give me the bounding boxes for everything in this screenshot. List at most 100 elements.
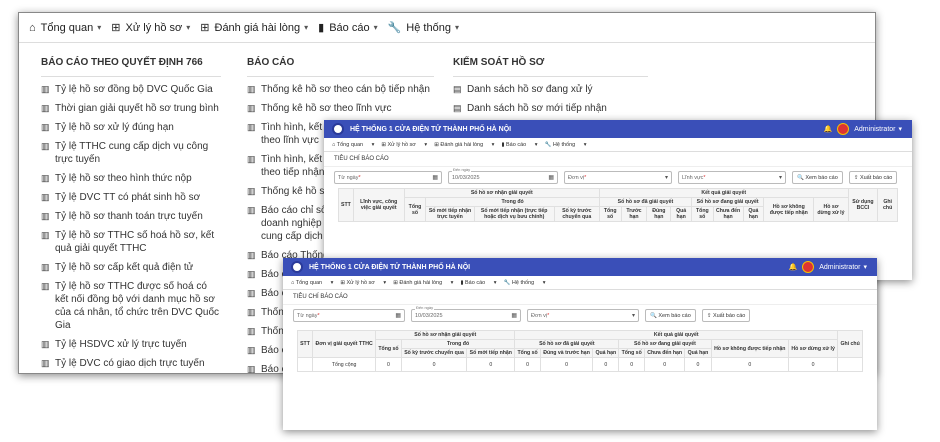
list-icon: ▤ [453,103,462,113]
from-date-field[interactable]: Từ ngày * ▦ [334,171,442,184]
user-name[interactable]: Administrator [819,264,860,271]
bar-chart-icon: ▥ [41,192,50,202]
col-done: Số hồ sơ đã giải quyết [598,197,693,207]
bar-chart-icon: ▥ [41,358,50,368]
export-report-button[interactable]: ⇪ Xuất báo cáo [848,171,898,184]
menu-item[interactable]: ▥ Tỷ lệ DVC TT có phát sinh hồ sơ [41,191,221,204]
menu-item[interactable]: ▥ Thống kê hồ sơ theo lĩnh vực [247,102,434,115]
menu-item[interactable]: ▤ Danh sách hồ sơ mới tiếp nhận [453,102,648,115]
nav-processing[interactable]: ⊞ Xử lý hồ sơ ▾ [111,21,191,35]
export-report-button[interactable]: ⇪ Xuất báo cáo [701,309,751,322]
chevron-down-icon: ▾ [898,126,902,133]
nav-reports[interactable]: ▮ Báo cáo ▾ [460,280,496,286]
col-bcci: Sử dụng BCCI [847,188,879,222]
to-date-field[interactable]: Đến ngày 10/03/2025 ▦ [448,167,558,184]
menu-item[interactable]: ▥ Tỷ lệ hồ sơ TTHC số hoá hồ sơ, kết quả … [41,229,221,255]
top-nav: ⌂ Tổng quan ▾ ⊞ Xử lý hồ sơ ▾ ⊞ Đánh giá… [283,276,877,290]
to-date-field[interactable]: Đến ngày 10/03/2025 ▦ [411,305,521,322]
bell-icon[interactable]: 🔔 [824,125,833,133]
menu-item[interactable]: ▥ Tỷ lệ hồ sơ đồng bộ DVC Quốc Gia [41,83,221,96]
chevron-down-icon: ▾ [454,23,459,32]
user-name[interactable]: Administrator [854,126,895,133]
nav-rating[interactable]: ⊞ Đánh giá hài lòng ▾ [393,280,453,286]
list-icon: ▤ [453,84,462,94]
nav-overview[interactable]: ⌂ Tổng quan ▾ [291,280,333,286]
col-new-online: Số mới tiếp nhận [466,348,516,358]
menu-item[interactable]: ▥ Thời gian giải quyết hồ sơ trung bình [41,102,221,115]
col-note: Ghi chú [837,330,863,358]
bell-icon[interactable]: 🔔 [789,263,798,271]
total-cell: 0 [514,357,541,372]
chevron-down-icon: ▾ [778,175,782,181]
logo-icon [332,123,344,135]
nav-system[interactable]: 🔧 Hệ thống ▾ [504,280,546,286]
nav-rating[interactable]: ⊞ Đánh giá hài lòng ▾ [200,21,308,35]
menu-column-title: BÁO CÁO THEO QUYẾT ĐỊNH 766 [41,45,221,77]
menu-item[interactable]: ▥ Tỷ lệ DVC có giao dịch trực tuyến [41,357,221,370]
col-stt: STT [296,330,314,358]
total-cell: 0 [400,357,468,372]
chevron-down-icon: ▾ [664,175,668,181]
menu-item[interactable]: ▥ Tỷ lệ hồ sơ theo hình thức nộp [41,172,221,185]
menu-item[interactable]: ▥ Thống kê hồ sơ theo cán bộ tiếp nhận [247,83,434,96]
nav-processing[interactable]: ⊞ Xử lý hồ sơ ▾ [340,280,386,286]
unit-select[interactable]: Đơn vị * ▾ [564,171,672,184]
bar-chart-icon: ▥ [41,211,50,221]
field-select[interactable]: Lĩnh vực * ▾ [678,171,786,184]
calendar-icon[interactable]: ▦ [432,174,438,181]
nav-processing[interactable]: ⊞ Xử lý hồ sơ ▾ [381,142,427,148]
nav-system[interactable]: 🔧 Hệ thống ▾ [545,142,587,148]
bar-chart-icon: ▥ [247,205,256,215]
menu-item[interactable]: ▥ Tỷ lệ HSDVC xử lý trực tuyến [41,338,221,351]
bar-chart-icon: ▥ [41,103,50,113]
nav-reports[interactable]: ▮ Báo cáo ▾ [318,21,377,35]
filter-row: Từ ngày * ▦ Đến ngày 10/03/2025 ▦ Đơn vị * ▾ L… [324,167,912,188]
total-cell: 0 [788,357,839,372]
avatar[interactable] [837,123,850,135]
bar-chart-icon: ▥ [247,154,256,164]
bar-chart-icon: ▥ [41,141,50,151]
nav-reports[interactable]: ▮ Báo cáo ▾ [501,142,537,148]
bar-chart-icon: ▥ [247,269,256,279]
total-cell: 0 [710,357,790,372]
bar-chart-icon: ▥ [247,103,256,113]
menu-item[interactable]: ▥ Tỷ lệ hồ sơ TTHC được số hoá có kết nối… [41,280,221,332]
report-window-field: HỆ THỐNG 1 CỬA ĐIỆN TỬ THÀNH PHỐ HÀ NỘI … [324,120,912,280]
menu-item[interactable]: ▥ Tỷ lệ hồ sơ cấp kết quả điện tử [41,261,221,274]
search-icon: 🔍 [650,312,657,319]
bar-chart-icon: ▥ [247,288,256,298]
menu-item[interactable]: ▥ Tỷ lệ hồ sơ thanh toán trực tuyến [41,210,221,223]
report-icon: ▮ [318,22,325,34]
view-report-button[interactable]: 🔍 Xem báo cáo [792,171,843,184]
view-report-button[interactable]: 🔍 Xem báo cáo [645,309,696,322]
calendar-icon[interactable]: ▦ [548,174,554,181]
col-done: Số hồ sơ đã giải quyết [514,339,620,349]
avatar[interactable] [802,261,815,273]
bar-chart-icon: ▥ [41,230,50,240]
bar-chart-icon: ▥ [41,122,50,132]
report-table-wrap: STT Lĩnh vực, công việc giải quyết Số hồ… [324,188,912,222]
menu-item[interactable]: ▥ Tỷ lệ hồ sơ xử lý đúng hạn [41,121,221,134]
bar-chart-icon: ▥ [247,345,256,355]
col-unit: Đơn vị giải quyết TTHC [312,330,377,358]
wrench-icon: 🔧 [387,22,402,34]
calendar-icon[interactable]: ▦ [511,312,517,319]
nav-system[interactable]: 🔧 Hệ thống ▾ [387,21,459,35]
bar-chart-icon: ▥ [41,281,50,291]
chevron-down-icon: ▾ [186,23,191,32]
calendar-icon[interactable]: ▦ [395,312,401,319]
menu-item[interactable]: ▤ Danh sách hồ sơ đang xử lý [453,83,648,96]
col-not-accepted: Hồ sơ không được tiếp nhận [763,197,815,222]
nav-overview[interactable]: ⌂ Tổng quan ▾ [29,22,101,34]
from-date-field[interactable]: Từ ngày * ▦ [293,309,405,322]
export-icon: ⇪ [853,174,859,181]
menu-item[interactable]: ▥ Tỷ lệ TTHC cung cấp dịch vụ công trực t… [41,140,221,166]
nav-rating[interactable]: ⊞ Đánh giá hài lòng ▾ [434,142,494,148]
unit-select[interactable]: Đơn vị * ▾ [527,309,639,322]
menu-column-title: KIỂM SOÁT HỒ SƠ [453,45,648,77]
nav-overview[interactable]: ⌂ Tổng quan ▾ [332,142,374,148]
system-header: HỆ THỐNG 1 CỬA ĐIỆN TỬ THÀNH PHỐ HÀ NỘI … [324,120,912,138]
col-result: Kết quả giải quyết [514,330,839,340]
system-header: HỆ THỐNG 1 CỬA ĐIỆN TỬ THÀNH PHỐ HÀ NỘI … [283,258,877,276]
bar-chart-icon: ▥ [247,326,256,336]
